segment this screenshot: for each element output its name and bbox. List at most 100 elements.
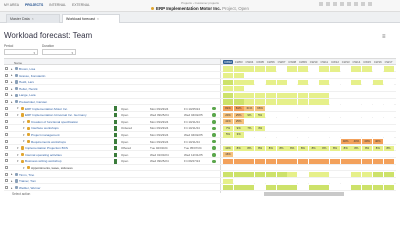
close-icon[interactable]: × bbox=[97, 17, 99, 21]
heatmap-cell[interactable] bbox=[276, 125, 287, 131]
row-name[interactable]: Trainer, Tom bbox=[19, 179, 36, 183]
row-name[interactable]: Creation of functional specification bbox=[31, 120, 78, 124]
heatmap-cell[interactable] bbox=[362, 79, 373, 85]
heatmap-cell[interactable]: 7% bbox=[244, 125, 255, 131]
heatmap-cell[interactable] bbox=[233, 92, 244, 98]
heatmap-cell[interactable] bbox=[276, 158, 287, 164]
heatmap-cell[interactable] bbox=[255, 185, 266, 191]
heatmap-cell[interactable] bbox=[340, 112, 351, 118]
heatmap-cell[interactable] bbox=[330, 178, 340, 184]
heatmap-cell[interactable] bbox=[276, 106, 287, 112]
heatmap-cell[interactable] bbox=[383, 178, 394, 184]
row-checkbox[interactable] bbox=[5, 93, 8, 97]
row-name[interactable]: Internal operating activities bbox=[25, 153, 62, 157]
heatmap-cell[interactable] bbox=[297, 158, 308, 164]
heatmap-cell[interactable] bbox=[308, 172, 319, 178]
heatmap-cell[interactable]: 3% bbox=[233, 132, 244, 138]
heatmap-cell[interactable]: 81% bbox=[223, 106, 233, 112]
heatmap-cell[interactable] bbox=[372, 106, 383, 112]
heatmap-cell[interactable] bbox=[244, 99, 255, 105]
heatmap-cell[interactable] bbox=[287, 172, 298, 178]
row-name[interactable]: Requirements workshops bbox=[31, 140, 66, 144]
heatmap-cell[interactable] bbox=[276, 178, 287, 184]
heatmap-cell[interactable] bbox=[265, 125, 276, 131]
row-name[interactable]: Interface workshops bbox=[31, 126, 59, 130]
heatmap-cell[interactable]: 8% bbox=[330, 145, 340, 151]
heatmap-cell[interactable] bbox=[351, 178, 362, 184]
heatmap-cell[interactable]: 81% bbox=[233, 106, 244, 112]
heatmap-cell[interactable] bbox=[255, 119, 266, 125]
heatmap-cell[interactable] bbox=[297, 79, 308, 85]
row-checkbox[interactable] bbox=[5, 113, 8, 117]
expand-toggle-icon[interactable]: ▾ bbox=[17, 153, 19, 157]
heatmap-cell[interactable] bbox=[297, 119, 308, 125]
heatmap-cell[interactable] bbox=[276, 79, 287, 85]
heatmap-cell[interactable] bbox=[340, 178, 351, 184]
tab-master-data[interactable]: Master Data × bbox=[6, 14, 60, 23]
heatmap-cell[interactable]: 25% bbox=[233, 119, 244, 125]
heatmap-cell[interactable] bbox=[276, 86, 287, 92]
heatmap-cell[interactable] bbox=[362, 178, 373, 184]
heatmap-cell[interactable] bbox=[340, 79, 351, 85]
toolbar-icon[interactable] bbox=[340, 2, 344, 6]
heatmap-cell[interactable] bbox=[276, 152, 287, 158]
heatmap-cell[interactable] bbox=[383, 73, 394, 79]
heatmap-cell[interactable] bbox=[308, 158, 319, 164]
heatmap-cell[interactable] bbox=[287, 139, 298, 145]
heatmap-cell[interactable] bbox=[255, 86, 266, 92]
heatmap-cell[interactable] bbox=[372, 132, 383, 138]
heatmap-cell[interactable]: 25% bbox=[233, 112, 244, 118]
heatmap-cell[interactable] bbox=[340, 125, 351, 131]
expand-toggle-icon[interactable]: ▸ bbox=[11, 179, 13, 183]
heatmap-cell[interactable]: 61% bbox=[244, 106, 255, 112]
heatmap-cell[interactable] bbox=[330, 79, 340, 85]
heatmap-cell[interactable] bbox=[287, 119, 298, 125]
heatmap-cell[interactable] bbox=[340, 185, 351, 191]
row-checkbox[interactable] bbox=[5, 146, 8, 150]
heatmap-cell[interactable] bbox=[297, 185, 308, 191]
heatmap-cell[interactable] bbox=[233, 99, 244, 105]
heatmap-cell[interactable] bbox=[244, 132, 255, 138]
heatmap-cell[interactable] bbox=[330, 66, 340, 72]
heatmap-cell[interactable] bbox=[265, 139, 276, 145]
heatmap-cell[interactable]: 40% bbox=[362, 139, 373, 145]
heatmap-cell[interactable]: 20% bbox=[223, 112, 233, 118]
heatmap-cell[interactable] bbox=[351, 172, 362, 178]
heatmap-cell[interactable] bbox=[223, 79, 233, 85]
heatmap-cell[interactable] bbox=[383, 152, 394, 158]
heatmap-cell[interactable]: 16% bbox=[223, 152, 233, 158]
heatmap-cell[interactable] bbox=[330, 139, 340, 145]
row-name[interactable]: Heidt, Lars bbox=[19, 80, 34, 84]
heatmap-cell[interactable] bbox=[223, 185, 233, 191]
heatmap-cell[interactable] bbox=[330, 112, 340, 118]
heatmap-cell[interactable] bbox=[330, 158, 340, 164]
heatmap-cell[interactable] bbox=[372, 125, 383, 131]
heatmap-cell[interactable] bbox=[383, 92, 394, 98]
heatmap-cell[interactable] bbox=[330, 132, 340, 138]
heatmap-cell[interactable] bbox=[372, 119, 383, 125]
row-checkbox[interactable] bbox=[5, 67, 8, 70]
heatmap-cell[interactable] bbox=[255, 152, 266, 158]
column-header-name[interactable]: Name bbox=[14, 61, 22, 65]
heatmap-cell[interactable] bbox=[340, 152, 351, 158]
heatmap-cell[interactable] bbox=[372, 178, 383, 184]
heatmap-cell[interactable] bbox=[233, 158, 244, 164]
row-name[interactable]: Implementation Projection BCS bbox=[25, 146, 68, 150]
heatmap-cell[interactable] bbox=[287, 99, 298, 105]
heatmap-cell[interactable]: 5% bbox=[255, 112, 266, 118]
row-checkbox[interactable] bbox=[5, 172, 8, 176]
heatmap-cell[interactable] bbox=[297, 66, 308, 72]
heatmap-cell[interactable] bbox=[351, 73, 362, 79]
row-name[interactable]: Appointments, leave, sickness bbox=[31, 166, 73, 170]
heatmap-cell[interactable] bbox=[372, 86, 383, 92]
heatmap-cell[interactable] bbox=[340, 158, 351, 164]
heatmap-cell[interactable] bbox=[383, 172, 394, 178]
heatmap-cell[interactable] bbox=[319, 86, 330, 92]
heatmap-cell[interactable] bbox=[265, 158, 276, 164]
heatmap-cell[interactable] bbox=[233, 86, 244, 92]
heatmap-cell[interactable] bbox=[265, 119, 276, 125]
heatmap-cell[interactable] bbox=[340, 172, 351, 178]
heatmap-cell[interactable]: 3% bbox=[255, 125, 266, 131]
heatmap-cell[interactable] bbox=[255, 132, 266, 138]
heatmap-cell[interactable] bbox=[308, 112, 319, 118]
